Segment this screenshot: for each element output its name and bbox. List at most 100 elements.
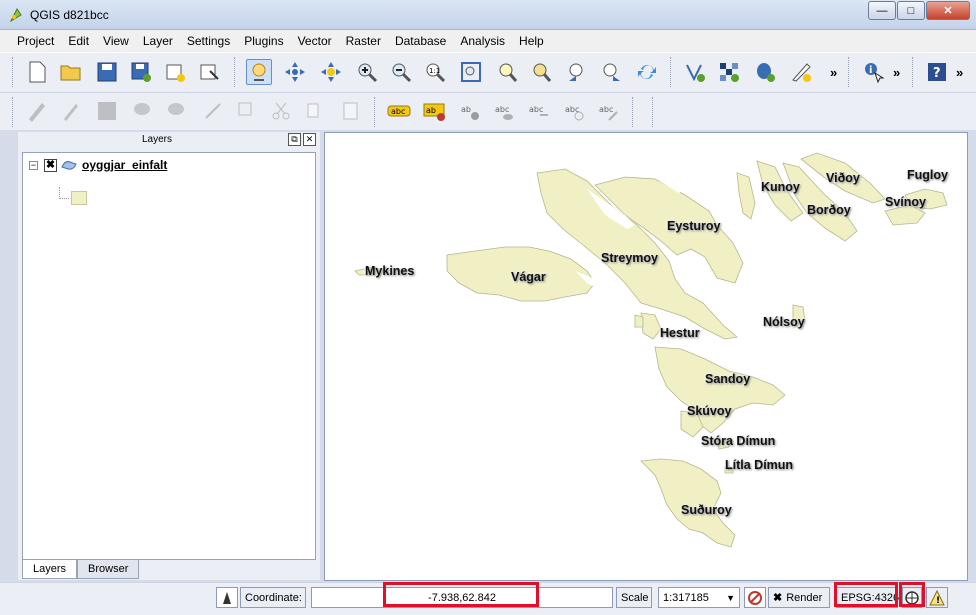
pin-labels-icon[interactable]: ab — [458, 98, 484, 124]
toggle-extents-icon[interactable] — [216, 587, 238, 608]
tab-browser[interactable]: Browser — [77, 560, 140, 579]
zoom-out-icon[interactable] — [388, 59, 414, 85]
title-bar: QGIS d821bcc — □ ✕ — [0, 0, 976, 30]
menu-layer[interactable]: Layer — [136, 34, 180, 48]
collapse-icon[interactable]: − — [29, 160, 38, 170]
close-panel-icon[interactable]: ✕ — [303, 133, 316, 146]
menu-help[interactable]: Help — [512, 34, 551, 48]
zoom-selection-icon[interactable] — [528, 59, 554, 85]
rotate-label-icon[interactable]: abc — [562, 98, 588, 124]
menu-plugins[interactable]: Plugins — [237, 34, 290, 48]
menu-vector[interactable]: Vector — [291, 34, 339, 48]
main-toolbar: 1:1 » i » ? » — [0, 52, 976, 92]
save-edits-icon[interactable] — [94, 98, 120, 124]
map-label: Kunoy — [761, 180, 800, 194]
paste-features-icon[interactable] — [338, 98, 364, 124]
new-print-composer-icon[interactable] — [162, 59, 188, 85]
map-label: Fugloy — [907, 168, 948, 182]
add-postgis-layer-icon[interactable] — [752, 59, 778, 85]
menu-raster[interactable]: Raster — [339, 34, 388, 48]
zoom-in-icon[interactable] — [354, 59, 380, 85]
layer-name[interactable]: oyggjar_einfalt — [82, 158, 167, 172]
svg-text:abc: abc — [391, 107, 405, 116]
messages-warning-icon[interactable]: ! — [926, 587, 948, 608]
svg-text:ab: ab — [426, 106, 436, 115]
delete-selected-icon[interactable] — [234, 98, 260, 124]
svg-text:i: i — [869, 65, 872, 76]
close-button[interactable]: ✕ — [926, 1, 970, 20]
svg-text:ab: ab — [461, 105, 471, 114]
cut-features-icon[interactable] — [268, 98, 294, 124]
layer-row[interactable]: − ✖ oyggjar_einfalt — [29, 157, 167, 173]
menu-edit[interactable]: Edit — [61, 34, 96, 48]
zoom-to-selection-icon[interactable] — [318, 59, 344, 85]
label-settings-icon[interactable]: ab — [422, 98, 448, 124]
save-project-icon[interactable] — [94, 59, 120, 85]
layers-panel: Layers ⧉ ✕ − ✖ oyggjar_einfalt Layers Br… — [18, 132, 320, 580]
render-check-icon: ✖ — [773, 592, 783, 604]
new-project-icon[interactable] — [24, 59, 50, 85]
label-abc-icon[interactable]: abc — [386, 98, 412, 124]
open-project-icon[interactable] — [58, 59, 84, 85]
node-tool-icon[interactable] — [200, 98, 226, 124]
pan-map-icon[interactable] — [246, 59, 272, 85]
map-label: Hestur — [660, 326, 700, 340]
add-feature-icon[interactable] — [130, 98, 156, 124]
island-sandoy — [654, 346, 786, 434]
svg-text:abc: abc — [599, 105, 613, 114]
edit-pencil-icon[interactable] — [58, 98, 84, 124]
toolbar-more-icon-3[interactable]: » — [956, 65, 963, 80]
new-shapefile-icon[interactable] — [788, 59, 814, 85]
coordinate-label: Coordinate: — [240, 587, 306, 608]
minimize-button[interactable]: — — [868, 1, 896, 20]
move-feature-icon[interactable] — [164, 98, 190, 124]
stop-render-icon[interactable] — [744, 587, 766, 608]
add-raster-layer-icon[interactable] — [716, 59, 742, 85]
island-hestur — [640, 312, 662, 340]
toolbar-more-icon[interactable]: » — [830, 65, 837, 80]
scale-combobox[interactable]: 1:317185 ▼ — [658, 587, 740, 608]
map-label: Borðoy — [807, 203, 851, 217]
help-icon[interactable]: ? — [924, 59, 950, 85]
svg-text:!: ! — [936, 596, 940, 606]
zoom-next-icon[interactable] — [598, 59, 624, 85]
zoom-to-layer-icon[interactable] — [494, 59, 520, 85]
change-label-icon[interactable]: abc — [596, 98, 622, 124]
menu-database[interactable]: Database — [388, 34, 453, 48]
toggle-editing-icon[interactable] — [24, 98, 50, 124]
map-canvas[interactable]: Fugloy Viðoy Kunoy Svínoy Borðoy Eysturo… — [324, 132, 968, 581]
qgis-logo-icon — [9, 8, 22, 23]
map-label: Suðuroy — [681, 503, 732, 517]
layers-panel-header: Layers ⧉ ✕ — [18, 132, 320, 150]
toolbar-more-icon-2[interactable]: » — [893, 65, 900, 80]
save-as-icon[interactable] — [128, 59, 154, 85]
svg-text:abc: abc — [529, 105, 543, 114]
copy-features-icon[interactable] — [302, 98, 328, 124]
float-panel-icon[interactable]: ⧉ — [288, 133, 301, 146]
render-checkbox[interactable]: ✖ Render — [768, 587, 830, 608]
add-vector-layer-icon[interactable] — [682, 59, 708, 85]
map-label: Stóra Dímun — [701, 434, 776, 448]
zoom-actual-size-icon[interactable]: 1:1 — [422, 59, 448, 85]
layer-visibility-checkbox[interactable]: ✖ — [44, 158, 57, 172]
identify-features-icon[interactable]: i — [860, 59, 886, 85]
island-koltur — [634, 314, 644, 328]
menu-project[interactable]: Project — [10, 34, 61, 48]
globe-highlight — [899, 582, 925, 607]
move-label-icon[interactable]: abc — [526, 98, 552, 124]
maximize-button[interactable]: □ — [897, 1, 925, 20]
tab-layers[interactable]: Layers — [22, 560, 78, 579]
zoom-full-icon[interactable] — [458, 59, 484, 85]
menu-view[interactable]: View — [96, 34, 136, 48]
menu-settings[interactable]: Settings — [180, 34, 237, 48]
map-label: Svínoy — [885, 195, 926, 209]
islands-map — [354, 152, 948, 548]
refresh-icon[interactable] — [634, 59, 660, 85]
zoom-last-icon[interactable] — [564, 59, 590, 85]
composer-manager-icon[interactable] — [196, 59, 222, 85]
render-label: Render — [786, 591, 823, 604]
menu-analysis[interactable]: Analysis — [453, 34, 512, 48]
show-hide-labels-icon[interactable]: abc — [492, 98, 518, 124]
pan-to-selection-icon[interactable] — [282, 59, 308, 85]
svg-text:?: ? — [933, 66, 941, 81]
